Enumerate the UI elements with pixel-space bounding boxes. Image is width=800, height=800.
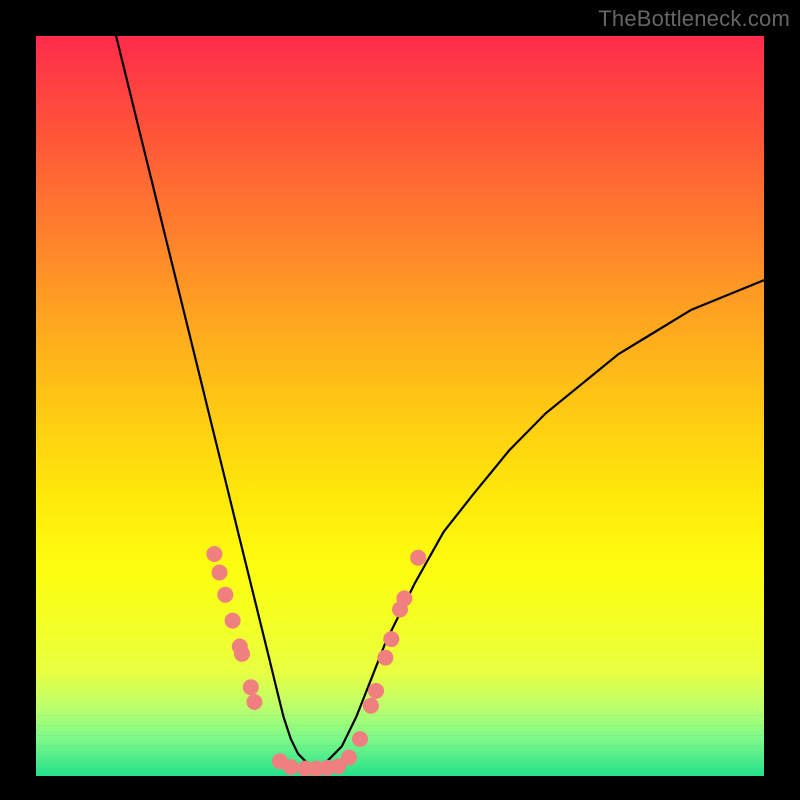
attribution-label: TheBottleneck.com — [598, 6, 790, 32]
data-marker — [341, 750, 357, 766]
markers-group — [206, 546, 426, 776]
data-marker — [368, 683, 384, 699]
data-marker — [217, 587, 233, 603]
data-marker — [377, 650, 393, 666]
data-marker — [396, 590, 412, 606]
chart-svg — [36, 36, 764, 776]
data-marker — [383, 631, 399, 647]
bottleneck-curve — [94, 36, 764, 769]
data-marker — [352, 731, 368, 747]
data-marker — [234, 646, 250, 662]
data-marker — [206, 546, 222, 562]
data-marker — [225, 613, 241, 629]
data-marker — [243, 679, 259, 695]
data-marker — [410, 550, 426, 566]
plot-area — [36, 36, 764, 776]
data-marker — [283, 759, 299, 775]
chart-frame: TheBottleneck.com — [0, 0, 800, 800]
data-marker — [363, 698, 379, 714]
data-marker — [212, 565, 228, 581]
data-marker — [246, 694, 262, 710]
